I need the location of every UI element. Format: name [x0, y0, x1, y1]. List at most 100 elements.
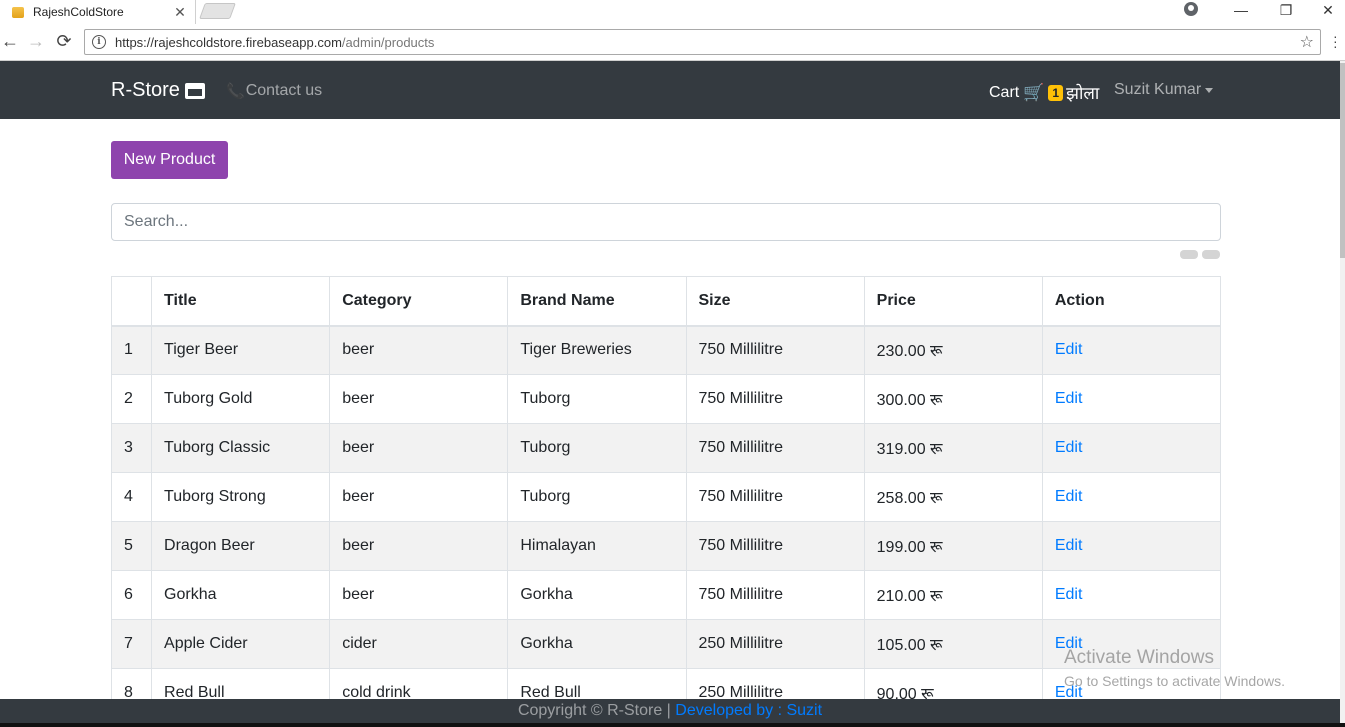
product-size: 750 Millilitre [685, 521, 865, 571]
address-bar[interactable]: i https://rajeshcoldstore.firebaseapp.co… [84, 29, 1321, 55]
product-price: 90.00 रू [863, 668, 1043, 699]
developer-link[interactable]: Developed by : Suzit [675, 702, 822, 719]
product-price: 258.00 रू [863, 472, 1043, 522]
edit-link[interactable]: Edit [1055, 488, 1083, 505]
column-header-price[interactable]: Price [863, 276, 1043, 327]
row-index: 8 [110, 668, 153, 699]
search-input[interactable] [111, 203, 1221, 241]
cart-link[interactable]: Cart 🛒 1 झोला [989, 81, 1099, 104]
back-arrow-icon[interactable]: ← [0, 31, 20, 51]
table-row: 6 Gorkha beer Gorkha 750 Millilitre 210.… [110, 570, 1222, 620]
bookmark-star-icon[interactable]: ☆ [1300, 32, 1314, 52]
product-category: cold drink [329, 668, 509, 699]
product-category: cider [329, 619, 509, 669]
user-name: Suzit Kumar [1114, 81, 1202, 98]
pager-next-button[interactable] [1202, 250, 1220, 259]
cart-label: Cart [989, 83, 1020, 101]
copyright-text: Copyright © R-Store | [517, 702, 671, 719]
os-taskbar [0, 723, 1345, 727]
product-category: beer [329, 325, 509, 375]
product-title: Tiger Beer [151, 325, 331, 375]
new-product-button[interactable]: New Product [111, 141, 228, 179]
column-header-index [110, 276, 153, 327]
product-price: 199.00 रू [863, 521, 1043, 571]
tab-close-icon[interactable]: ✕ [173, 4, 187, 21]
forward-arrow-icon[interactable]: → [26, 31, 46, 51]
product-size: 250 Millilitre [685, 668, 865, 699]
row-index: 6 [110, 570, 153, 620]
product-title: Gorkha [151, 570, 331, 620]
user-dropdown[interactable]: Suzit Kumar [1114, 81, 1214, 99]
site-footer: Copyright © R-Store | Developed by : Suz… [0, 699, 1340, 723]
edit-link[interactable]: Edit [1055, 390, 1083, 407]
url-text[interactable]: https://rajeshcoldstore.firebaseapp.com/… [115, 35, 1300, 50]
product-brand: Tuborg [507, 423, 687, 473]
product-title: Tuborg Strong [151, 472, 331, 522]
product-size: 250 Millilitre [685, 619, 865, 669]
product-brand: Tiger Breweries [507, 325, 687, 375]
column-header-category[interactable]: Category [329, 276, 509, 327]
browser-tab[interactable]: RajeshColdStore ✕ [0, 0, 196, 24]
action-cell: Edit [1041, 570, 1222, 620]
product-category: beer [329, 570, 509, 620]
product-size: 750 Millilitre [685, 570, 865, 620]
caret-down-icon [1205, 88, 1214, 93]
products-table: Title Category Brand Name Size Price Act… [110, 276, 1222, 699]
table-row: 7 Apple Cider cider Gorkha 250 Millilitr… [110, 619, 1222, 669]
brand-link[interactable]: R-Store [111, 79, 205, 102]
reload-icon[interactable]: ⟳ [54, 31, 74, 51]
column-header-brand[interactable]: Brand Name [507, 276, 687, 327]
page-scrollbar[interactable] [1340, 61, 1345, 723]
edit-link[interactable]: Edit [1055, 439, 1083, 456]
url-path: /admin/products [341, 34, 435, 50]
row-index: 3 [110, 423, 153, 473]
restore-window-button[interactable]: ❐ [1263, 0, 1309, 20]
watermark-title: Activate Windows [1064, 647, 1214, 668]
table-row: 5 Dragon Beer beer Himalayan 750 Millili… [110, 521, 1222, 571]
product-price: 319.00 रू [863, 423, 1043, 473]
action-cell: Edit [1041, 521, 1222, 571]
table-row: 8 Red Bull cold drink Red Bull 250 Milli… [110, 668, 1222, 699]
product-title: Tuborg Gold [151, 374, 331, 424]
product-brand: Tuborg [507, 472, 687, 522]
table-header-row: Title Category Brand Name Size Price Act… [110, 276, 1222, 327]
new-tab-button[interactable] [199, 3, 236, 19]
product-title: Red Bull [151, 668, 331, 699]
column-header-size[interactable]: Size [685, 276, 865, 327]
edit-link[interactable]: Edit [1055, 537, 1083, 554]
table-row: 2 Tuborg Gold beer Tuborg 750 Millilitre… [110, 374, 1222, 424]
product-category: beer [329, 374, 509, 424]
product-price: 210.00 रू [863, 570, 1043, 620]
tab-title: RajeshColdStore [33, 5, 124, 19]
browser-menu-icon[interactable]: · · · [1333, 29, 1338, 53]
contact-link[interactable]: 📞 Contact us [226, 82, 322, 100]
product-brand: Himalayan [507, 521, 687, 571]
product-size: 750 Millilitre [685, 374, 865, 424]
product-brand: Red Bull [507, 668, 687, 699]
product-price: 105.00 रू [863, 619, 1043, 669]
edit-link[interactable]: Edit [1055, 586, 1083, 603]
site-navbar: R-Store 📞 Contact us Cart 🛒 1 झोला Suzit… [0, 61, 1340, 119]
product-category: beer [329, 521, 509, 571]
row-index: 7 [110, 619, 153, 669]
edit-link[interactable]: Edit [1055, 341, 1083, 358]
minimize-window-button[interactable]: — [1218, 0, 1264, 20]
profile-icon[interactable] [1184, 2, 1198, 16]
window-icon [184, 82, 205, 99]
cart-count-badge: 1 [1048, 84, 1064, 101]
table-row: 3 Tuborg Classic beer Tuborg 750 Millili… [110, 423, 1222, 473]
row-index: 4 [110, 472, 153, 522]
scrollbar-thumb[interactable] [1340, 63, 1345, 258]
site-info-icon[interactable]: i [92, 35, 106, 49]
action-cell: Edit [1041, 374, 1222, 424]
table-row: 1 Tiger Beer beer Tiger Breweries 750 Mi… [110, 325, 1222, 375]
product-brand: Tuborg [507, 374, 687, 424]
product-size: 750 Millilitre [685, 423, 865, 473]
product-title: Dragon Beer [151, 521, 331, 571]
product-price: 300.00 रू [863, 374, 1043, 424]
close-window-button[interactable]: ✕ [1305, 0, 1345, 20]
browser-toolbar: ← → ⟳ i https://rajeshcoldstore.firebase… [0, 24, 1345, 61]
row-index: 2 [110, 374, 153, 424]
column-header-title[interactable]: Title [151, 276, 331, 327]
pager-prev-button[interactable] [1180, 250, 1198, 259]
